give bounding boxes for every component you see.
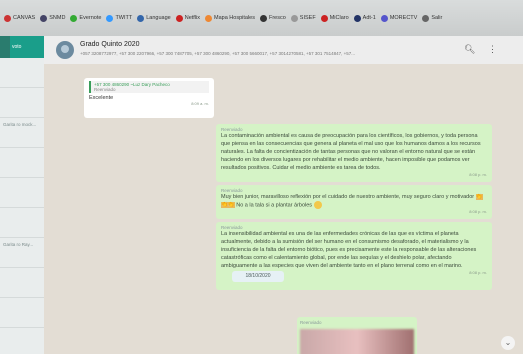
bookmark-label: MiClaro	[329, 15, 349, 21]
bookmark-item[interactable]: MORECTV	[380, 14, 418, 22]
bookmark-favicon-icon	[175, 14, 183, 22]
message-text: Muy bien junior, maravilloso reflexión p…	[221, 193, 487, 209]
group-avatar[interactable]	[56, 41, 74, 59]
bookmark-item[interactable]: Adt-1	[353, 14, 376, 22]
forwarded-label: Reenviado	[300, 320, 322, 325]
bookmark-item[interactable]: CANVAS	[4, 14, 36, 22]
bookmark-favicon-icon	[40, 14, 48, 22]
bookmark-favicon-icon	[320, 14, 328, 22]
message-time: 8:09 a. m.	[191, 101, 209, 106]
bookmarks-bar: CANVAS SNMD Evernote TWITT Language Netflix Ma…	[0, 0, 523, 36]
sidebar-header-label: voto	[12, 44, 22, 50]
scroll-down-button[interactable]: ⌄	[501, 336, 515, 350]
chat-list-item[interactable]	[0, 268, 44, 298]
bookmark-item[interactable]: SNMD	[40, 14, 66, 22]
date-divider: 18/10/2020	[232, 271, 284, 282]
message-text: La contaminación ambiental es causa de p…	[221, 133, 481, 171]
bookmark-item[interactable]: TWITT	[106, 14, 133, 22]
bookmark-label: Netflix	[184, 15, 201, 21]
message-time: 8:08 p. m.	[469, 172, 487, 177]
bookmark-label: Salir	[431, 15, 443, 21]
image-message[interactable]: Reenviado	[297, 317, 417, 354]
chat-list-item[interactable]	[0, 58, 44, 88]
bookmark-item[interactable]: SISEF	[290, 14, 316, 22]
more-vertical-icon[interactable]: ⋮	[488, 44, 497, 55]
bookmark-favicon-icon	[205, 14, 213, 22]
bookmark-favicon-icon	[137, 14, 145, 22]
bookmark-label: Language	[146, 15, 171, 21]
bookmark-item[interactable]: Netflix	[175, 14, 201, 22]
bookmark-favicon-icon	[380, 14, 388, 22]
bookmark-item[interactable]: Fresco	[259, 14, 286, 22]
emoji-icon	[313, 201, 322, 209]
sidebar-header: voto	[0, 36, 44, 58]
chat-title[interactable]: Grado Quinto 2020	[80, 41, 140, 48]
bookmark-label: Evernote	[79, 15, 102, 21]
outgoing-message[interactable]: Reenviado La contaminación ambiental es …	[216, 124, 492, 182]
bookmark-item[interactable]: Mapa Hospitales	[205, 14, 255, 22]
bookmark-label: Adt-1	[362, 15, 376, 21]
incoming-message[interactable]: +57 300 4860290 ~Luz Dary Pacheco Reenvi…	[84, 78, 214, 118]
chat-list-item[interactable]: Garita ro mock...	[0, 118, 44, 148]
bookmark-favicon-icon	[4, 14, 11, 22]
chat-list-item[interactable]	[0, 178, 44, 208]
bookmark-label: Fresco	[268, 15, 286, 21]
sidebar-strip	[0, 36, 10, 58]
search-icon[interactable]: 🔍︎	[464, 44, 475, 55]
bookmark-label: TWITT	[115, 15, 133, 21]
bookmark-favicon-icon	[353, 14, 361, 22]
message-text-part: No a la tala si a plantar árboles	[236, 202, 313, 209]
bookmark-item[interactable]: MiClaro	[320, 14, 349, 22]
chat-header: Grado Quinto 2020 +057 3208772977, +57 3…	[44, 36, 523, 65]
chat-list-item[interactable]: Garita ro Ray...	[0, 238, 44, 268]
bookmark-item[interactable]: Salir	[422, 14, 443, 22]
chat-participants: +057 3208772977, +57 300 2207966, +57 30…	[80, 51, 356, 56]
chat-list-item[interactable]	[0, 148, 44, 178]
bookmark-label: SNMD	[49, 15, 66, 21]
bookmark-item[interactable]: Language	[137, 14, 171, 22]
chat-list-sidebar: voto Garita ro mock... Garita ro Ray...	[0, 36, 45, 354]
bookmark-label: CANVAS	[13, 15, 36, 21]
bookmark-label: SISEF	[299, 15, 316, 21]
chat-list-item[interactable]	[0, 298, 44, 328]
bookmark-favicon-icon	[70, 14, 78, 22]
chat-panel: +57 300 4860290 ~Luz Dary Pacheco Reenvi…	[44, 64, 523, 354]
bookmark-favicon-icon	[290, 14, 298, 22]
bookmark-label: Mapa Hospitales	[214, 15, 255, 21]
message-time: 8:08 p. m.	[469, 209, 487, 215]
quoted-reply[interactable]: +57 300 4860290 ~Luz Dary Pacheco Reenvi…	[89, 81, 209, 93]
chat-list-item[interactable]	[0, 208, 44, 238]
message-text-part: Muy bien junior, maravilloso reflexión p…	[221, 194, 475, 200]
outgoing-message[interactable]: Reenviado Muy bien junior, maravilloso r…	[216, 185, 492, 219]
bookmark-favicon-icon	[106, 14, 114, 22]
message-text: La insensibilidad ambiental es una de la…	[221, 231, 477, 269]
bookmark-favicon-icon	[422, 14, 430, 22]
bookmark-item[interactable]: Evernote	[70, 14, 102, 22]
chat-list-item[interactable]	[0, 88, 44, 118]
bookmark-label: MORECTV	[389, 15, 418, 21]
quote-text: Reenviado	[94, 87, 116, 92]
bookmark-favicon-icon	[259, 14, 267, 22]
image-thumbnail[interactable]	[300, 329, 414, 354]
